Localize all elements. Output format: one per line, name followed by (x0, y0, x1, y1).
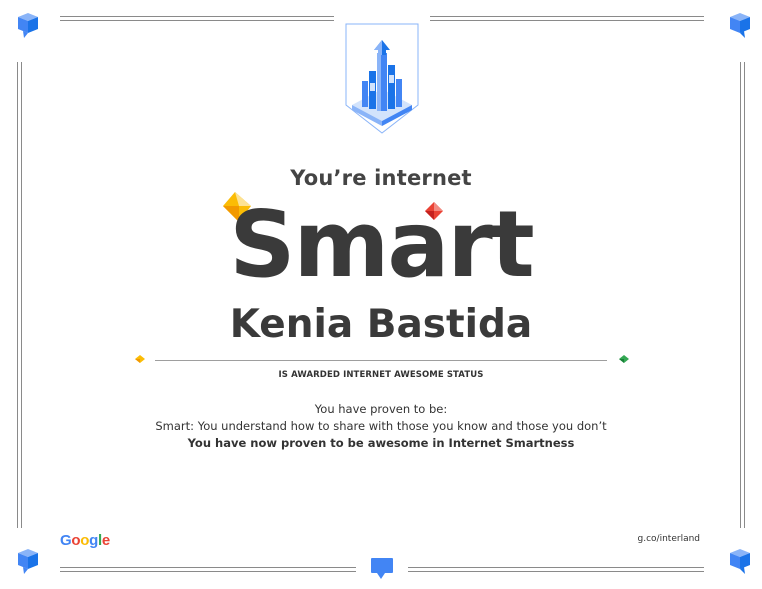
proven-intro-text: You have proven to be: (314, 402, 448, 416)
certificate-subtitle: You’re internet (290, 166, 472, 190)
frame-top-line-right (430, 16, 704, 17)
frame-top-line-left-inner (60, 20, 334, 21)
frame-top-line-right-inner (430, 20, 704, 21)
google-logo-letter: g (89, 532, 98, 549)
google-logo: Google (60, 532, 110, 549)
proven-closing-text: You have now proven to be awesome in Int… (187, 436, 575, 450)
city-tower-badge-icon (345, 23, 419, 134)
speech-bubble-cube-icon (18, 13, 38, 38)
speech-bubble-cube-icon (730, 13, 750, 38)
google-logo-letter: G (60, 532, 72, 549)
frame-bottom-line-left (60, 567, 356, 568)
frame-bottom-line-right-inner (408, 571, 704, 572)
frame-top-line-left (60, 16, 334, 17)
speech-bubble-cube-icon (730, 549, 750, 574)
frame-bottom-line-left-inner (60, 571, 356, 572)
site-link: g.co/interland (637, 534, 700, 544)
google-logo-letter: e (101, 532, 110, 549)
google-logo-letter: o (80, 532, 90, 549)
speech-bubble-cube-icon (18, 549, 38, 574)
divider-line (155, 360, 607, 361)
recipient-name: Kenia Bastida (229, 302, 533, 347)
google-logo-letter: o (71, 532, 81, 549)
speech-bubble-icon (371, 558, 393, 579)
yellow-gem-icon (135, 355, 145, 363)
frame-bottom-line-right (408, 567, 704, 568)
award-statement: IS AWARDED INTERNET AWESOME STATUS (278, 370, 484, 380)
green-gem-icon (619, 355, 629, 363)
certificate-headline: Smart (229, 191, 535, 298)
proven-detail-text: Smart: You understand how to share with … (155, 419, 607, 433)
